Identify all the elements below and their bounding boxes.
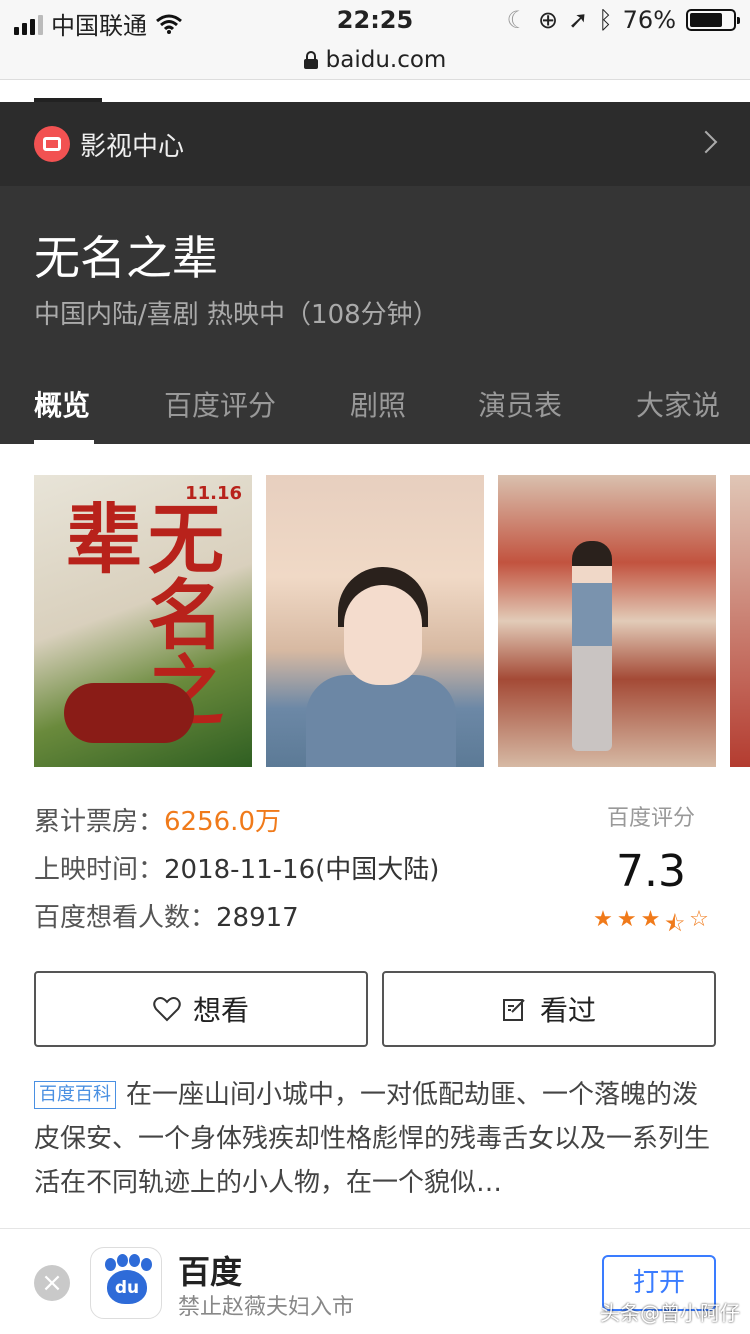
lock-icon bbox=[303, 50, 318, 69]
want-to-watch-button[interactable]: 想看 bbox=[34, 971, 368, 1047]
box-office-value: 6256.0万 bbox=[164, 807, 281, 837]
app-subtitle: 禁止赵薇夫妇入市 bbox=[178, 1295, 355, 1320]
rating-label: 百度评分 bbox=[606, 806, 695, 831]
poster-motorcycle bbox=[64, 683, 194, 743]
section-header[interactable]: 影视中心 bbox=[0, 102, 750, 186]
still-photo[interactable] bbox=[730, 475, 750, 767]
movie-header: 影视中心 无名之辈 中国内陆/喜剧 热映中（108分钟） 概览 百度评分 剧照 … bbox=[0, 102, 750, 444]
bluetooth-icon: ᛒ bbox=[598, 6, 613, 34]
rating-box[interactable]: 百度评分 7.3 ★ ★ ★ ⯪ ☆ bbox=[586, 800, 716, 945]
url-bar[interactable]: baidu.com bbox=[0, 40, 750, 80]
tab-cast[interactable]: 演员表 bbox=[478, 384, 562, 424]
watched-button-label: 看过 bbox=[539, 994, 596, 1027]
top-strip bbox=[0, 80, 750, 102]
app-name: 百度 bbox=[178, 1253, 243, 1291]
chevron-right-icon[interactable] bbox=[694, 130, 718, 154]
still-photo[interactable] bbox=[498, 475, 716, 767]
still-photo[interactable] bbox=[266, 475, 484, 767]
location-icon: ➚ bbox=[568, 6, 589, 34]
app-logo-text: du bbox=[107, 1270, 147, 1304]
rotation-lock-icon: ⊕ bbox=[538, 6, 559, 34]
tab-stills[interactable]: 剧照 bbox=[350, 384, 406, 424]
star-full-icon: ★ bbox=[593, 907, 613, 932]
box-office-label: 累计票房： bbox=[34, 807, 165, 837]
baike-badge: 百度百科 bbox=[34, 1081, 116, 1109]
tv-icon bbox=[34, 126, 70, 162]
star-full-icon: ★ bbox=[640, 907, 661, 932]
watched-button[interactable]: 看过 bbox=[382, 971, 716, 1047]
tab-overview[interactable]: 概览 bbox=[34, 384, 90, 424]
battery-percent: 76% bbox=[622, 6, 676, 34]
tab-baidu-rating[interactable]: 百度评分 bbox=[164, 384, 276, 424]
battery-icon bbox=[686, 9, 740, 31]
description[interactable]: 百度百科 在一座山间小城中，一对低配劫匪、一个落魄的泼皮保安、一个身体残疾却性格彪… bbox=[34, 1073, 716, 1205]
tab-bar: 概览 百度评分 剧照 演员表 大家说 bbox=[0, 372, 750, 444]
tab-reviews[interactable]: 大家说 bbox=[636, 384, 720, 424]
movie-title: 无名之辈 bbox=[34, 231, 218, 285]
want-count-value: 28917 bbox=[216, 903, 299, 933]
url-domain: baidu.com bbox=[325, 46, 447, 73]
rating-stars: ★ ★ ★ ⯪ ☆ bbox=[586, 907, 716, 945]
stills-carousel[interactable]: 11.16 无名之辈 bbox=[34, 475, 750, 767]
close-icon[interactable]: × bbox=[34, 1265, 70, 1301]
watermark: 头条@曾小阿仔 bbox=[600, 1301, 740, 1325]
want-button-label: 想看 bbox=[192, 994, 249, 1027]
movie-meta: 中国内陆/喜剧 热映中（108分钟） bbox=[34, 300, 439, 330]
movie-poster[interactable]: 11.16 无名之辈 bbox=[34, 475, 252, 767]
description-text: 在一座山间小城中，一对低配劫匪、一个落魄的泼皮保安、一个身体残疾却性格彪悍的残毒… bbox=[34, 1080, 711, 1198]
rating-score: 7.3 bbox=[616, 846, 686, 897]
star-empty-icon: ☆ bbox=[689, 907, 709, 932]
edit-icon bbox=[502, 999, 525, 1021]
movie-info: 累计票房：6256.0万 上映时间：2018-11-16(中国大陆) 百度想看人… bbox=[34, 800, 439, 944]
star-half-icon: ⯪ bbox=[664, 912, 686, 937]
star-full-icon: ★ bbox=[616, 907, 637, 932]
moon-icon: ☾ bbox=[506, 6, 529, 34]
baidu-paw-icon[interactable]: du bbox=[90, 1247, 162, 1319]
active-tab-indicator bbox=[34, 440, 94, 444]
status-bar: 中国联通 22:25 ☾ ⊕ ➚ ᛒ 76% bbox=[0, 0, 750, 40]
section-title: 影视中心 bbox=[80, 131, 185, 162]
heart-icon bbox=[153, 997, 181, 1022]
want-count-label: 百度想看人数： bbox=[34, 903, 217, 933]
release-label: 上映时间： bbox=[34, 855, 165, 885]
release-value: 2018-11-16(中国大陆) bbox=[164, 855, 440, 885]
app-download-banner: × du 百度 禁止赵薇夫妇入市 打开 头条@曾小阿仔 bbox=[0, 1228, 750, 1334]
